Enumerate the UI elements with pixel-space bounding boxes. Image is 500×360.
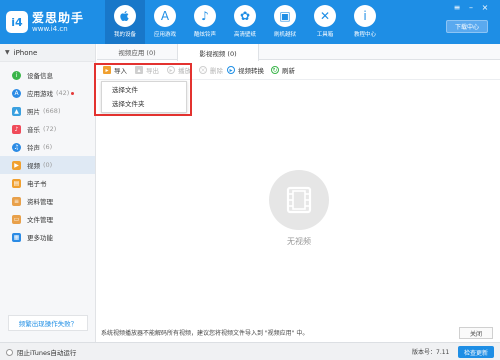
sidebar-item-count: (6) xyxy=(43,143,53,151)
delete-label: 删除 xyxy=(210,67,223,75)
nav-label: 刷机越狱 xyxy=(273,32,296,38)
video-icon: ▶ xyxy=(12,160,21,170)
refresh-icon: ↻ xyxy=(271,66,279,74)
sidebar-item-label: 电子书 xyxy=(27,180,47,188)
menu-icon[interactable]: ≡ xyxy=(452,3,462,12)
app-icon: A xyxy=(12,88,21,98)
nav-label: 高清壁纸 xyxy=(233,32,256,38)
top-header: i4 爱思助手 www.i4.cn 我的设备 A 应用游戏 ♪ 酷炫铃声 ✿ 高… xyxy=(0,0,500,44)
info-icon: i xyxy=(354,5,376,27)
nav-label: 教程中心 xyxy=(353,32,376,38)
tools-icon: ✕ xyxy=(314,5,336,27)
sidebar-item-photos[interactable]: ▲ 照片 (668) xyxy=(0,102,95,120)
device-name: iPhone xyxy=(13,48,38,57)
nav-ringtones[interactable]: ♪ 酷炫铃声 xyxy=(185,0,225,44)
convert-icon: ▸ xyxy=(227,66,235,74)
delete-icon: × xyxy=(199,66,207,74)
film-icon xyxy=(269,170,329,230)
sidebar-item-label: 应用游戏 xyxy=(27,90,53,98)
nav-flash-jailbreak[interactable]: ▣ 刷机越狱 xyxy=(265,0,305,44)
grid-icon: ▦ xyxy=(12,232,21,242)
box-icon: ▣ xyxy=(274,5,296,27)
nav-label: 酷炫铃声 xyxy=(193,32,216,38)
book-icon: ▤ xyxy=(12,178,21,188)
sidebar-item-apps[interactable]: A 应用游戏 (42) xyxy=(0,84,95,102)
check-update-button[interactable]: 检查更新 xyxy=(458,346,494,358)
refresh-button[interactable]: ↻ 刷新 xyxy=(271,64,295,76)
tab-bar: 视频应用 (0) 影视视频 (0) xyxy=(97,44,500,61)
close-window-icon[interactable]: × xyxy=(480,3,490,12)
sidebar-item-label: 照片 xyxy=(27,108,40,116)
sidebar-item-label: 文件管理 xyxy=(27,216,53,224)
notification-dot xyxy=(71,91,75,95)
logo-url: www.i4.cn xyxy=(32,24,68,33)
nav-label: 应用游戏 xyxy=(153,32,176,38)
sidebar-item-label: 音乐 xyxy=(27,126,40,134)
caret-down-icon: ▼ xyxy=(5,49,10,56)
sidebar: ▼ iPhone i 设备信息 A 应用游戏 (42) ▲ 照片 (668) ♪… xyxy=(0,44,96,342)
nav-my-device[interactable]: 我的设备 xyxy=(105,0,145,44)
app-store-icon: A xyxy=(154,5,176,27)
main-nav: 我的设备 A 应用游戏 ♪ 酷炫铃声 ✿ 高清壁纸 ▣ 刷机越狱 ✕ 工具箱 i… xyxy=(105,0,385,44)
logo-text: 爱思助手 www.i4.cn xyxy=(32,11,84,34)
sidebar-item-ebooks[interactable]: ▤ 电子书 xyxy=(0,174,95,192)
bell-icon: ♪ xyxy=(194,5,216,27)
convert-video-button[interactable]: ▸ 视频转换 xyxy=(227,64,264,76)
sidebar-item-ringtones[interactable]: ♫ 铃声 (6) xyxy=(0,138,95,156)
sidebar-item-label: 铃声 xyxy=(27,144,40,152)
flower-icon: ✿ xyxy=(234,5,256,27)
minimize-icon[interactable]: – xyxy=(466,3,476,12)
sidebar-item-count: (668) xyxy=(43,107,61,115)
stop-itunes-toggle[interactable]: 阻止iTunes自动运行 xyxy=(6,347,76,357)
nav-apps-games[interactable]: A 应用游戏 xyxy=(145,0,185,44)
refresh-label: 刷新 xyxy=(282,67,295,75)
sidebar-item-label: 视频 xyxy=(27,162,40,170)
sidebar-item-count: (72) xyxy=(43,125,57,133)
sidebar-item-music[interactable]: ♪ 音乐 (72) xyxy=(0,120,95,138)
info-icon: i xyxy=(12,70,21,80)
apple-icon xyxy=(114,5,136,27)
sidebar-item-more[interactable]: ▦ 更多功能 xyxy=(0,228,95,246)
sidebar-item-device-info[interactable]: i 设备信息 xyxy=(0,66,95,84)
nav-tutorials[interactable]: i 教程中心 xyxy=(345,0,385,44)
stop-itunes-label: 阻止iTunes自动运行 xyxy=(17,349,77,357)
logo-title: 爱思助手 xyxy=(32,10,85,25)
data-icon: ≡ xyxy=(12,196,21,206)
music-icon: ♪ xyxy=(12,124,21,134)
sidebar-item-count: (42) xyxy=(56,89,70,97)
main-panel: 视频应用 (0) 影视视频 (0) ▸ 导入 ▴ 导出 ▸ 播放 × 删除 ▸ … xyxy=(94,44,500,342)
tab-movie-videos[interactable]: 影视视频 (0) xyxy=(177,44,259,61)
empty-state: 无视频 xyxy=(269,170,329,247)
sidebar-item-label: 设备信息 xyxy=(27,72,53,80)
radio-icon xyxy=(6,348,13,356)
nav-toolbox[interactable]: ✕ 工具箱 xyxy=(305,0,345,44)
feedback-button[interactable]: 频繁出现操作失败？ xyxy=(8,315,88,331)
device-selector[interactable]: ▼ iPhone xyxy=(0,44,95,62)
red-highlight-box xyxy=(94,63,192,116)
sidebar-item-label: 资料管理 xyxy=(27,198,53,206)
nav-label: 我的设备 xyxy=(113,32,136,38)
close-button[interactable]: 关闭 xyxy=(459,327,493,339)
bell-icon: ♫ xyxy=(12,142,21,152)
sidebar-item-file-management[interactable]: ▭ 文件管理 xyxy=(0,210,95,228)
logo-badge-icon: i4 xyxy=(6,11,28,33)
nav-label: 工具箱 xyxy=(316,32,334,38)
app-logo: i4 爱思助手 www.i4.cn xyxy=(6,7,94,37)
photo-icon: ▲ xyxy=(12,106,21,116)
delete-button[interactable]: × 删除 xyxy=(199,64,223,76)
notice-text: 系统视频播放器不能解码所有视频，建议您将视频文件导入到 "视频应用" 中。 xyxy=(101,329,309,337)
nav-wallpapers[interactable]: ✿ 高清壁纸 xyxy=(225,0,265,44)
tab-video-apps[interactable]: 视频应用 (0) xyxy=(97,44,177,60)
status-bar: 阻止iTunes自动运行 版本号：7.11 检查更新 xyxy=(0,342,500,360)
convert-label: 视频转换 xyxy=(238,67,264,75)
sidebar-item-count: (0) xyxy=(43,161,53,169)
empty-label: 无视频 xyxy=(287,237,311,246)
sidebar-item-video[interactable]: ▶ 视频 (0) xyxy=(0,156,95,174)
version-label: 版本号：7.11 xyxy=(412,349,450,356)
file-icon: ▭ xyxy=(12,214,21,224)
download-center-button[interactable]: 下载中心 xyxy=(446,20,488,33)
sidebar-item-data-management[interactable]: ≡ 资料管理 xyxy=(0,192,95,210)
sidebar-item-label: 更多功能 xyxy=(27,234,53,242)
